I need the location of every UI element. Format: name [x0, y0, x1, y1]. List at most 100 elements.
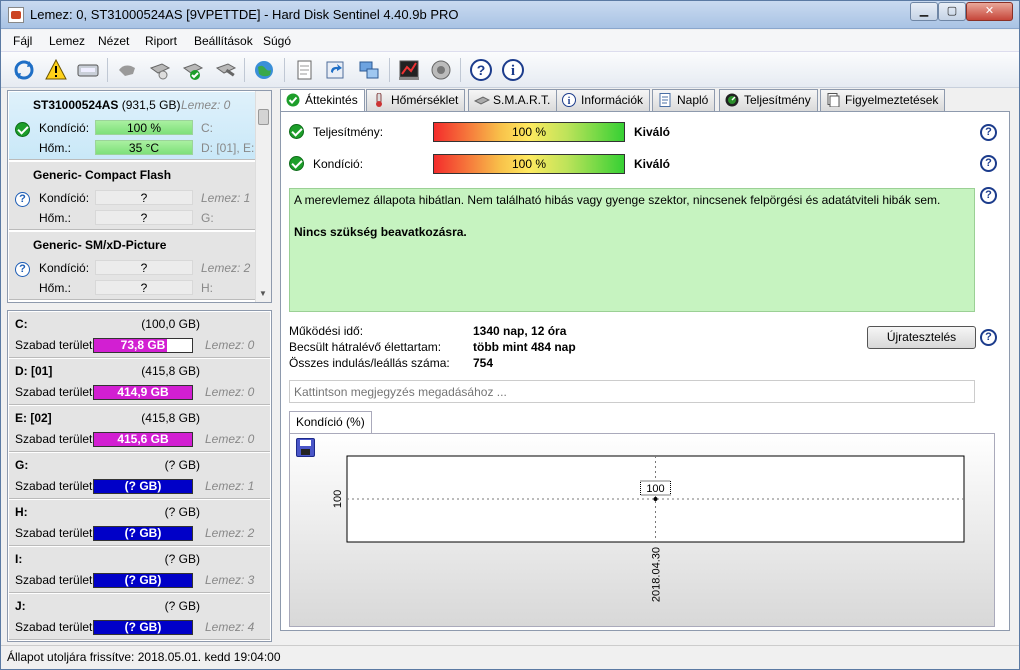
menu-report[interactable]: Riport: [145, 34, 177, 48]
minimize-button[interactable]: ▁: [910, 2, 938, 21]
tab-label: Teljesítmény: [744, 93, 811, 107]
status-ok-icon: [289, 156, 304, 171]
info-icon[interactable]: i: [499, 56, 527, 84]
drive-info-icon[interactable]: [146, 56, 174, 84]
status-unknown-icon: ?: [15, 192, 30, 207]
menu-help[interactable]: Súgó: [263, 34, 291, 48]
tab-label: Figyelmeztetések: [845, 93, 939, 107]
thermometer-icon: [372, 92, 386, 107]
free-space-bar: (? GB): [93, 479, 193, 494]
speedometer-icon: [725, 93, 739, 107]
svg-text:?: ?: [477, 62, 486, 78]
drive-tool-icon[interactable]: [212, 56, 240, 84]
volume-size: (? GB): [164, 505, 200, 519]
volume-size: (100,0 GB): [141, 317, 200, 331]
uptime-label: Működési idő:: [289, 324, 364, 338]
window-title: Lemez: 0, ST31000524AS [9VPETTDE] - Hard…: [30, 7, 459, 22]
tab-log[interactable]: Napló: [652, 89, 716, 111]
scroll-thumb[interactable]: [258, 109, 269, 125]
tab-temperature[interactable]: Hőmérséklet: [366, 89, 466, 111]
performance-verdict: Kiváló: [634, 125, 671, 139]
tab-warnings[interactable]: Figyelmeztetések: [820, 89, 946, 111]
volume-card[interactable]: J: (? GB) Szabad terület (? GB) Lemez: 4: [9, 594, 270, 640]
toolbar: ? i: [1, 52, 1019, 88]
warnings-icon: [826, 93, 840, 108]
volume-size: (415,8 GB): [141, 364, 200, 378]
sound-icon[interactable]: [427, 56, 455, 84]
volume-name: G:: [15, 458, 29, 472]
free-space-bar: 73,8 GB: [93, 338, 193, 353]
disk-icon[interactable]: [74, 56, 102, 84]
volume-lemez: Lemez: 3: [205, 573, 255, 587]
help-icon[interactable]: ?: [980, 155, 997, 172]
volume-card[interactable]: I: (? GB) Szabad terület (? GB) Lemez: 3: [9, 547, 270, 593]
sync-icon[interactable]: [322, 56, 350, 84]
status-ok-icon: [15, 122, 30, 137]
performance-bar: 100 %: [433, 122, 625, 142]
disk-list-scrollbar[interactable]: ▼: [255, 91, 271, 302]
tab-label: Napló: [677, 93, 709, 107]
status-bar: Állapot utoljára frissítve: 2018.05.01. …: [1, 645, 1019, 669]
disk-card[interactable]: Generic- Compact Flash ? Kondíció: ? Lem…: [9, 162, 258, 230]
tab-label: Információk: [581, 93, 644, 107]
performance-label: Teljesítmény:: [313, 125, 384, 139]
help-icon[interactable]: ?: [980, 329, 997, 346]
benchmark-icon[interactable]: [395, 56, 423, 84]
disk-name: Generic- SM/xD-Picture: [33, 238, 167, 252]
tab-overview[interactable]: Áttekintés: [280, 89, 365, 112]
condition-value: ?: [95, 190, 193, 205]
retest-button[interactable]: Újratesztelés: [867, 326, 976, 349]
globe-icon[interactable]: [250, 56, 278, 84]
volume-name: E: [02]: [15, 411, 52, 425]
volume-list: C: (100,0 GB) Szabad terület 73,8 GB Lem…: [7, 310, 272, 642]
disk-name: ST31000524AS (931,5 GB): [33, 98, 181, 112]
chart-tab-condition[interactable]: Kondíció (%): [289, 411, 372, 433]
scroll-down-icon[interactable]: ▼: [259, 289, 267, 298]
note-input[interactable]: [289, 380, 975, 403]
report-icon[interactable]: [290, 56, 318, 84]
save-icon[interactable]: [296, 438, 315, 457]
menu-view[interactable]: Nézet: [98, 34, 129, 48]
disk-volumes: G:: [201, 211, 214, 225]
app-icon: [8, 7, 24, 23]
free-space-label: Szabad terület: [15, 620, 93, 634]
volume-card[interactable]: G: (? GB) Szabad terület (? GB) Lemez: 1: [9, 453, 270, 499]
menu-settings[interactable]: Beállítások: [194, 34, 253, 48]
condition-value: ?: [95, 260, 193, 275]
svg-text:i: i: [568, 96, 571, 107]
free-space-label: Szabad terület: [15, 526, 93, 540]
alert-icon[interactable]: [42, 56, 70, 84]
hand-icon[interactable]: [113, 56, 141, 84]
menu-file[interactable]: Fájl: [13, 34, 32, 48]
close-button[interactable]: ✕: [966, 2, 1013, 21]
menu-disk[interactable]: Lemez: [49, 34, 85, 48]
help-icon[interactable]: ?: [980, 124, 997, 141]
tab-information[interactable]: i Információk: [556, 89, 651, 111]
check-icon: [286, 93, 300, 107]
disk-size: (931,5 GB): [121, 98, 181, 112]
volume-card[interactable]: C: (100,0 GB) Szabad terület 73,8 GB Lem…: [9, 312, 270, 358]
disk-card[interactable]: ST31000524AS (931,5 GB) Lemez: 0 Kondíci…: [9, 92, 261, 160]
network-icon[interactable]: [355, 56, 383, 84]
volume-card[interactable]: D: [01] (415,8 GB) Szabad terület 414,9 …: [9, 359, 270, 405]
title-bar: Lemez: 0, ST31000524AS [9VPETTDE] - Hard…: [1, 1, 1019, 29]
tab-smart[interactable]: S.M.A.R.T.: [468, 89, 558, 111]
disk-card[interactable]: Generic- SM/xD-Picture ? Kondíció: ? Lem…: [9, 232, 258, 300]
volume-size: (? GB): [164, 552, 200, 566]
free-space-bar: 415,6 GB: [93, 432, 193, 447]
volume-card[interactable]: E: [02] (415,8 GB) Szabad terület 415,6 …: [9, 406, 270, 452]
refresh-icon[interactable]: [10, 56, 38, 84]
tab-performance[interactable]: Teljesítmény: [719, 89, 818, 111]
condition-value: 100 %: [95, 120, 193, 135]
temperature-label: Hőm.:: [39, 141, 72, 155]
lifetime-label: Becsült hátralévő élettartam:: [289, 340, 442, 354]
volume-card[interactable]: H: (? GB) Szabad terület (? GB) Lemez: 2: [9, 500, 270, 546]
disk-volumes: H:: [201, 281, 213, 295]
help-icon[interactable]: ?: [980, 187, 997, 204]
help-icon[interactable]: ?: [467, 56, 495, 84]
temperature-label: Hőm.:: [39, 211, 72, 225]
drive-ok-icon[interactable]: [179, 56, 207, 84]
volume-name: I:: [15, 552, 23, 566]
lifetime-value: több mint 484 nap: [473, 340, 576, 354]
maximize-button[interactable]: ▢: [938, 2, 966, 21]
